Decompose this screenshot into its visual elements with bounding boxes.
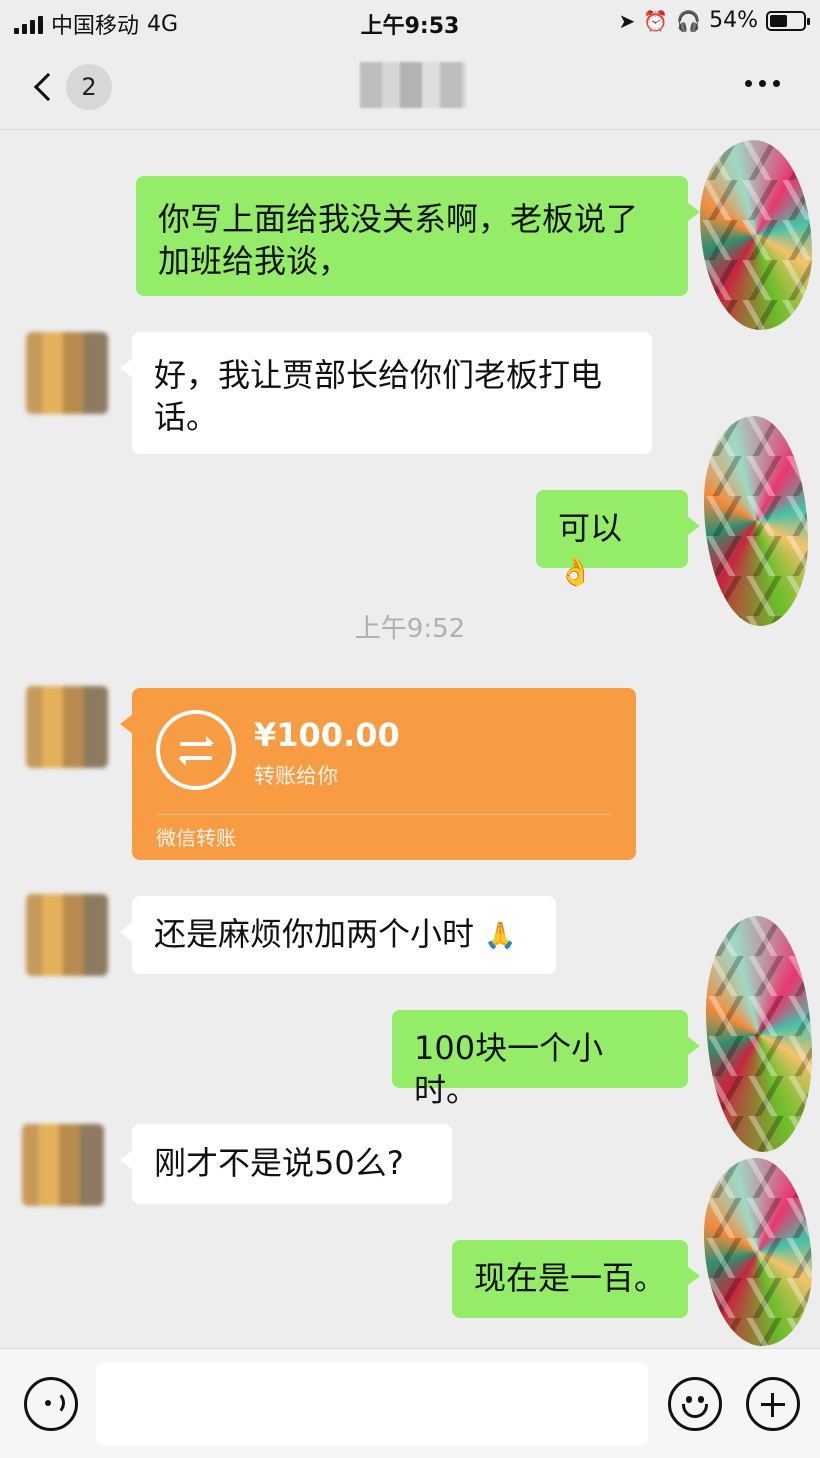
contact-avatar[interactable] <box>26 332 108 414</box>
my-avatar[interactable] <box>700 140 812 330</box>
message-bubble-outgoing[interactable]: 100块一个小时。 <box>392 1010 700 1109</box>
transfer-footer: 微信转账 <box>156 826 236 850</box>
status-bar: 中国移动 4G 上午9:53 ➤ ⏰ 🎧 54% <box>0 0 820 44</box>
my-avatar[interactable] <box>706 916 812 1152</box>
contact-avatar[interactable] <box>22 1124 104 1206</box>
battery-percent: 54% <box>709 8 758 33</box>
folded-hands-icon: 🙏 <box>484 921 517 951</box>
message-bubble-outgoing[interactable]: 可以 👌 <box>536 490 700 588</box>
message-text: 可以 <box>558 509 623 547</box>
transfer-card[interactable]: ¥100.00 转账给你 微信转账 <box>120 688 636 860</box>
input-bar <box>0 1348 820 1458</box>
ok-hand-icon: 👌 <box>558 555 593 588</box>
divider <box>156 814 612 815</box>
transfer-amount: ¥100.00 <box>254 716 400 754</box>
status-right: ➤ ⏰ 🎧 54% <box>618 8 810 33</box>
message-text: 现在是一百。 <box>474 1259 667 1297</box>
contact-avatar[interactable] <box>26 686 108 768</box>
transfer-icon <box>156 710 236 790</box>
chevron-left-icon <box>33 72 63 102</box>
message-bubble-outgoing[interactable]: 你写上面给我没关系啊，老板说了加班给我谈， <box>136 176 700 296</box>
message-text: 好，我让贾部长给你们老板打电话。 <box>154 356 603 436</box>
unread-badge: 2 <box>66 64 112 110</box>
message-text: 100块一个小时。 <box>414 1029 604 1109</box>
chat-title-pixelated <box>360 62 466 108</box>
message-text: 还是麻烦你加两个小时 <box>154 915 475 953</box>
message-bubble-incoming[interactable]: 好，我让贾部长给你们老板打电话。 <box>120 332 652 454</box>
more-actions-button[interactable] <box>746 1377 800 1431</box>
message-text: 你写上面给我没关系啊，老板说了加班给我谈， <box>158 200 639 280</box>
chat-header: 2 <box>0 44 820 130</box>
my-avatar[interactable] <box>704 416 808 626</box>
more-options-button[interactable] <box>745 80 780 87</box>
message-bubble-incoming[interactable]: 刚才不是说50么? <box>120 1124 452 1204</box>
message-input[interactable] <box>96 1363 648 1445</box>
battery-fill <box>770 14 788 27</box>
chat-timestamp: 上午9:52 <box>354 614 466 644</box>
headphones-icon: 🎧 <box>676 8 702 33</box>
alarm-icon: ⏰ <box>643 8 669 33</box>
location-icon: ➤ <box>618 8 636 33</box>
smiley-icon <box>686 1396 692 1403</box>
message-bubble-outgoing[interactable]: 现在是一百。 <box>452 1240 700 1318</box>
transfer-subtitle: 转账给你 <box>254 764 338 788</box>
voice-input-button[interactable] <box>24 1377 78 1431</box>
message-bubble-incoming[interactable]: 还是麻烦你加两个小时 🙏 <box>120 896 556 974</box>
my-avatar[interactable] <box>704 1158 812 1346</box>
back-button[interactable]: 2 <box>30 64 112 110</box>
message-text: 刚才不是说50么? <box>154 1144 404 1182</box>
contact-avatar[interactable] <box>26 894 108 976</box>
emoji-button[interactable] <box>668 1377 722 1431</box>
battery-icon <box>766 10 810 31</box>
